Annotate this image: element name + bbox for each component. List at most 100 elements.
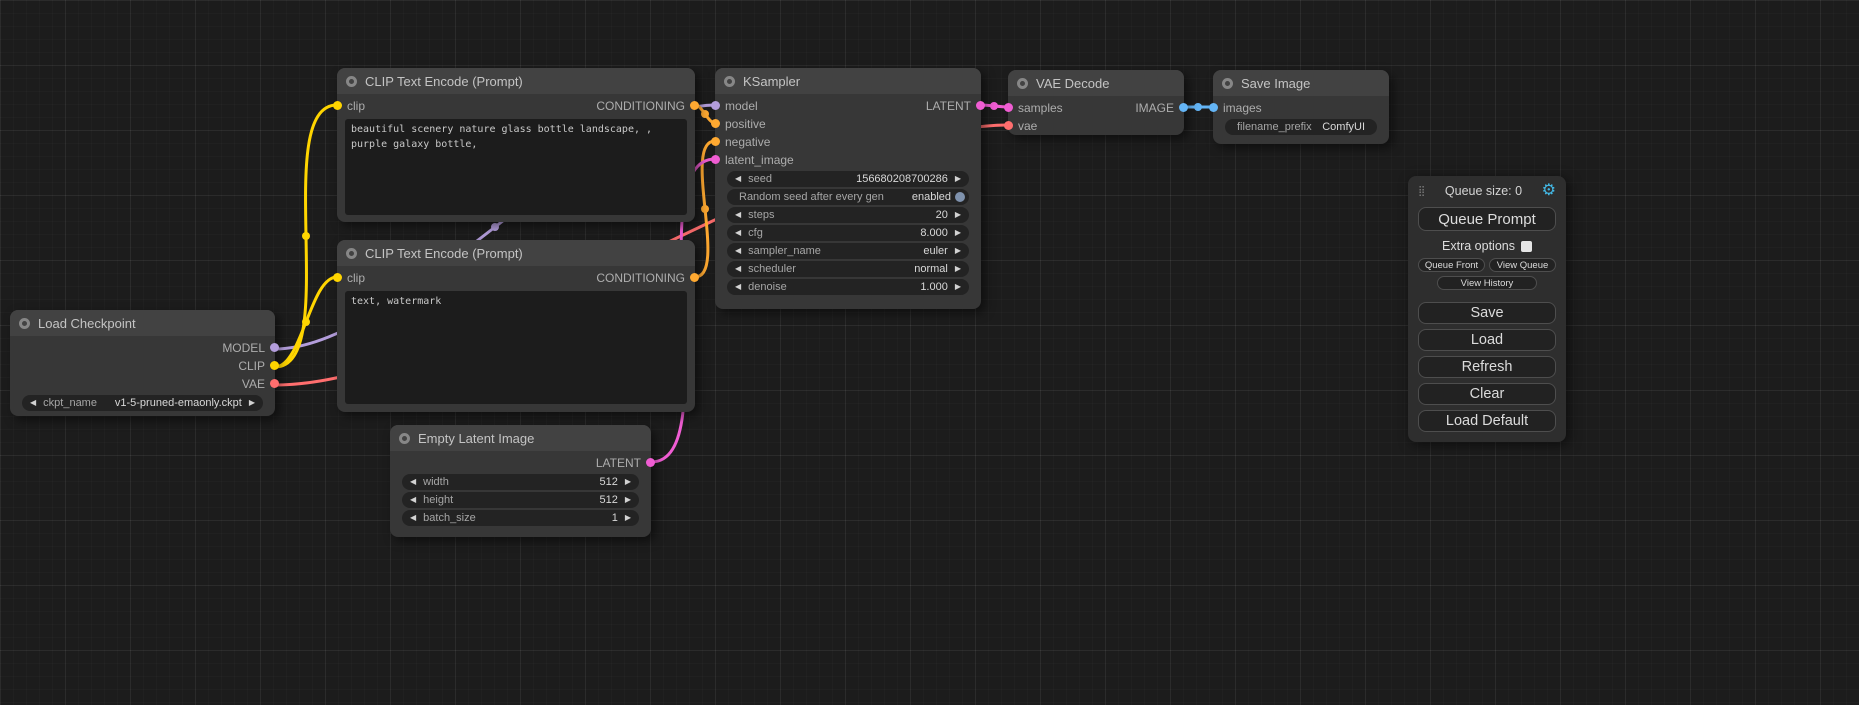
increment-arrow-icon[interactable]: ▶	[625, 496, 631, 504]
input-port-images[interactable]	[1209, 103, 1218, 112]
output-port-clip[interactable]	[270, 361, 279, 370]
extra-options-checkbox[interactable]	[1521, 241, 1532, 252]
output-port-latent[interactable]	[646, 458, 655, 467]
decrement-arrow-icon[interactable]: ◀	[735, 211, 741, 219]
node-title-bar[interactable]: KSampler	[715, 68, 981, 94]
collapse-dot-icon[interactable]	[19, 318, 30, 329]
node-title-bar[interactable]: CLIP Text Encode (Prompt)	[337, 68, 695, 94]
increment-arrow-icon[interactable]: ▶	[955, 175, 961, 183]
node-load-checkpoint[interactable]: Load Checkpoint MODEL CLIP VAE	[10, 310, 275, 416]
node-title-bar[interactable]: Empty Latent Image	[390, 425, 651, 451]
clear-button[interactable]: Clear	[1418, 383, 1556, 405]
collapse-dot-icon[interactable]	[1017, 78, 1028, 89]
node-save-image[interactable]: Save Image images filename_prefix ComfyU…	[1213, 70, 1389, 144]
slot-row: latent_image	[715, 151, 981, 169]
output-port-image[interactable]	[1179, 103, 1188, 112]
collapse-dot-icon[interactable]	[346, 248, 357, 259]
widget-denoise[interactable]: ◀ denoise 1.000 ▶	[727, 279, 969, 295]
widget-label: Random seed after every gen	[739, 191, 884, 203]
output-port-conditioning[interactable]	[690, 101, 699, 110]
node-ksampler[interactable]: KSampler model LATENT positive	[715, 68, 981, 309]
input-label-latent-image: latent_image	[725, 153, 794, 167]
widget-label: scheduler	[748, 263, 796, 275]
decrement-arrow-icon[interactable]: ◀	[410, 496, 416, 504]
view-queue-button[interactable]: View Queue	[1489, 258, 1556, 272]
widget-scheduler[interactable]: ◀ scheduler normal ▶	[727, 261, 969, 277]
node-vae-decode[interactable]: VAE Decode samples IMAGE vae	[1008, 70, 1184, 135]
decrement-arrow-icon[interactable]: ◀	[735, 283, 741, 291]
input-port-vae[interactable]	[1004, 121, 1013, 130]
decrement-arrow-icon[interactable]: ◀	[735, 229, 741, 237]
queue-front-button[interactable]: Queue Front	[1418, 258, 1485, 272]
increment-arrow-icon[interactable]: ▶	[955, 283, 961, 291]
widget-width[interactable]: ◀ width 512 ▶	[402, 474, 639, 490]
decrement-arrow-icon[interactable]: ◀	[30, 399, 36, 407]
widget-sampler-name[interactable]: ◀ sampler_name euler ▶	[727, 243, 969, 259]
refresh-button[interactable]: Refresh	[1418, 356, 1556, 378]
settings-gear-icon[interactable]: ⚙	[1542, 183, 1556, 199]
input-port-negative[interactable]	[711, 137, 720, 146]
input-port-positive[interactable]	[711, 119, 720, 128]
node-title-bar[interactable]: Save Image	[1213, 70, 1389, 96]
output-port-model[interactable]	[270, 343, 279, 352]
output-port-latent[interactable]	[976, 101, 985, 110]
link-midpoint-dot-clip-to-negative	[302, 318, 310, 326]
widget-steps[interactable]: ◀ steps 20 ▶	[727, 207, 969, 223]
increment-arrow-icon[interactable]: ▶	[249, 399, 255, 407]
increment-arrow-icon[interactable]: ▶	[625, 514, 631, 522]
input-port-clip[interactable]	[333, 101, 342, 110]
decrement-arrow-icon[interactable]: ◀	[735, 265, 741, 273]
link-midpoint-dot-model	[491, 223, 499, 231]
node-title-bar[interactable]: VAE Decode	[1008, 70, 1184, 96]
widget-batch-size[interactable]: ◀ batch_size 1 ▶	[402, 510, 639, 526]
input-port-model[interactable]	[711, 101, 720, 110]
node-empty-latent-image[interactable]: Empty Latent Image LATENT ◀ width 512 ▶ …	[390, 425, 651, 537]
save-button[interactable]: Save	[1418, 302, 1556, 324]
widget-ckpt-name[interactable]: ◀ ckpt_name v1-5-pruned-emaonly.ckpt ▶	[22, 395, 263, 411]
increment-arrow-icon[interactable]: ▶	[955, 211, 961, 219]
link-midpoint-dot-conditioning-positive	[701, 110, 709, 118]
toggle-knob-icon[interactable]	[955, 192, 965, 202]
view-history-button[interactable]: View History	[1437, 276, 1536, 290]
collapse-dot-icon[interactable]	[1222, 78, 1233, 89]
widget-seed[interactable]: ◀ seed 156680208700286 ▶	[727, 171, 969, 187]
node-clip-text-encode-negative[interactable]: CLIP Text Encode (Prompt) clip CONDITION…	[337, 240, 695, 412]
widget-value: 512	[599, 494, 617, 506]
widget-cfg[interactable]: ◀ cfg 8.000 ▶	[727, 225, 969, 241]
increment-arrow-icon[interactable]: ▶	[625, 478, 631, 486]
node-title: CLIP Text Encode (Prompt)	[365, 246, 523, 261]
decrement-arrow-icon[interactable]: ◀	[410, 478, 416, 486]
decrement-arrow-icon[interactable]: ◀	[735, 247, 741, 255]
output-label-model: MODEL	[222, 341, 265, 355]
graph-canvas[interactable]: Load Checkpoint MODEL CLIP VAE	[0, 0, 1859, 705]
node-title-bar[interactable]: CLIP Text Encode (Prompt)	[337, 240, 695, 266]
slot-row: MODEL	[10, 339, 275, 357]
increment-arrow-icon[interactable]: ▶	[955, 229, 961, 237]
increment-arrow-icon[interactable]: ▶	[955, 247, 961, 255]
queue-prompt-button[interactable]: Queue Prompt	[1418, 207, 1556, 231]
collapse-dot-icon[interactable]	[724, 76, 735, 87]
load-default-button[interactable]: Load Default	[1418, 410, 1556, 432]
node-clip-text-encode-positive[interactable]: CLIP Text Encode (Prompt) clip CONDITION…	[337, 68, 695, 222]
decrement-arrow-icon[interactable]: ◀	[410, 514, 416, 522]
input-port-clip[interactable]	[333, 273, 342, 282]
collapse-dot-icon[interactable]	[346, 76, 357, 87]
node-title-bar[interactable]: Load Checkpoint	[10, 310, 275, 336]
negative-prompt-textarea[interactable]: text, watermark	[345, 291, 687, 404]
output-port-vae[interactable]	[270, 379, 279, 388]
collapse-dot-icon[interactable]	[399, 433, 410, 444]
decrement-arrow-icon[interactable]: ◀	[735, 175, 741, 183]
slot-row: model LATENT	[715, 97, 981, 115]
input-port-latent-image[interactable]	[711, 155, 720, 164]
widget-random-seed-toggle[interactable]: Random seed after every gen enabled	[727, 189, 969, 205]
widget-height[interactable]: ◀ height 512 ▶	[402, 492, 639, 508]
positive-prompt-textarea[interactable]: beautiful scenery nature glass bottle la…	[345, 119, 687, 215]
input-label-samples: samples	[1018, 101, 1063, 115]
increment-arrow-icon[interactable]: ▶	[955, 265, 961, 273]
widget-filename-prefix[interactable]: filename_prefix ComfyUI	[1225, 119, 1377, 135]
output-port-conditioning[interactable]	[690, 273, 699, 282]
load-button[interactable]: Load	[1418, 329, 1556, 351]
menu-header: ⣿ Queue size: 0 ⚙	[1418, 182, 1556, 200]
input-port-samples[interactable]	[1004, 103, 1013, 112]
drag-handle-icon[interactable]: ⣿	[1418, 186, 1425, 197]
